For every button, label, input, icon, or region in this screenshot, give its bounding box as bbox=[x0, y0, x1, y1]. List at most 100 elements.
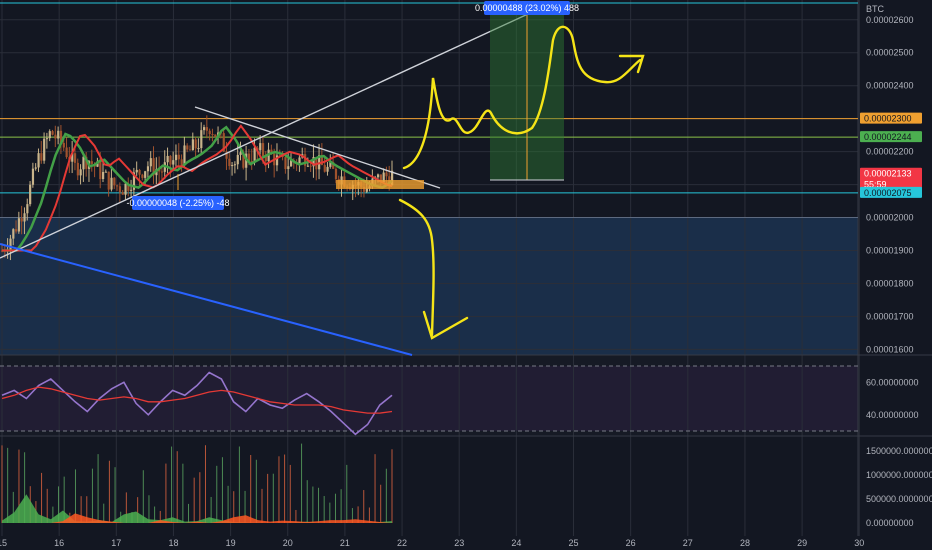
candle-body bbox=[99, 161, 102, 180]
candle-body bbox=[236, 154, 239, 165]
candle-body bbox=[118, 186, 122, 193]
price-tick-label: 0.00002500 bbox=[866, 48, 914, 58]
candle-body bbox=[197, 148, 200, 150]
candle-body bbox=[9, 238, 12, 250]
candle-body bbox=[124, 183, 127, 195]
price-tick-label: 0.00001900 bbox=[866, 246, 914, 256]
candle-body bbox=[29, 184, 32, 205]
candle-body bbox=[261, 143, 265, 157]
candle-body bbox=[191, 139, 194, 151]
time-tick-label: 26 bbox=[626, 538, 636, 548]
candle-body bbox=[188, 149, 192, 151]
time-tick-label: 20 bbox=[283, 538, 293, 548]
candle-body bbox=[130, 189, 133, 191]
candle-body bbox=[113, 177, 116, 186]
measure-down-text: -0.00000048 (-2.25%) -48 bbox=[126, 198, 229, 208]
candle-body bbox=[231, 165, 234, 167]
rsi-tick-label: 40.00000000 bbox=[866, 410, 919, 420]
price-tick-label: 0.00002600 bbox=[866, 15, 914, 25]
support-box bbox=[336, 180, 424, 189]
time-tick-label: 21 bbox=[340, 538, 350, 548]
candle-body bbox=[200, 130, 203, 149]
candle-body bbox=[149, 158, 152, 167]
candle-body bbox=[65, 147, 68, 158]
price-tag-text: 0.00002300 bbox=[864, 114, 912, 124]
candle-body bbox=[160, 171, 164, 173]
candle-body bbox=[57, 130, 60, 139]
volume-tick-label: 1500000.00000000 bbox=[866, 446, 932, 456]
candle-body bbox=[186, 145, 189, 150]
candle-body bbox=[253, 147, 256, 162]
candle-body bbox=[45, 138, 49, 140]
bearish-zone bbox=[0, 217, 858, 356]
candle-body bbox=[12, 229, 15, 239]
candle-body bbox=[172, 160, 175, 165]
volume-tick-label: 0.00000000 bbox=[866, 518, 914, 528]
currency-label: BTC bbox=[866, 4, 885, 14]
time-tick-label: 25 bbox=[568, 538, 578, 548]
chart-canvas: 0.00000488 (23.02%) 488 -0.00000048 (-2.2… bbox=[0, 0, 932, 550]
candle-body bbox=[376, 174, 380, 178]
candle-body bbox=[323, 165, 326, 172]
candle-body bbox=[37, 153, 40, 168]
candle-body bbox=[203, 127, 206, 131]
candle-body bbox=[205, 127, 209, 131]
candle-body bbox=[110, 177, 113, 190]
candle-body bbox=[121, 192, 124, 195]
time-tick-label: 16 bbox=[54, 538, 64, 548]
candle-body bbox=[141, 174, 144, 178]
candle-body bbox=[180, 159, 183, 166]
candle-body bbox=[284, 157, 287, 170]
rsi-band bbox=[0, 366, 858, 431]
time-axis[interactable]: 15 16 17 18 19 20 21 22 23 24 25 26 27 28 29 30 bbox=[0, 536, 932, 550]
measure-up-text: 0.00000488 (23.02%) 488 bbox=[475, 3, 579, 13]
candle-body bbox=[287, 166, 290, 170]
candle-body bbox=[174, 154, 178, 161]
price-tick-label: 0.00001600 bbox=[866, 344, 914, 354]
time-tick-label: 18 bbox=[168, 538, 178, 548]
candle-body bbox=[144, 171, 147, 178]
candle-body bbox=[228, 158, 231, 166]
price-tick-label: 0.00002200 bbox=[866, 147, 914, 157]
rsi-tick-label: 60.00000000 bbox=[866, 377, 919, 387]
volume-tick-label: 500000.00000000 bbox=[866, 494, 932, 504]
candle-body bbox=[51, 131, 54, 135]
price-tick-label: 0.00002400 bbox=[866, 81, 914, 91]
time-tick-label: 15 bbox=[0, 538, 7, 548]
candle-body bbox=[20, 218, 23, 222]
time-tick-label: 29 bbox=[797, 538, 807, 548]
candle-body bbox=[104, 171, 108, 173]
candle-body bbox=[40, 153, 43, 161]
price-tick-label: 0.00001800 bbox=[866, 278, 914, 288]
time-tick-label: 19 bbox=[226, 538, 236, 548]
price-tick-label: 0.00001700 bbox=[866, 311, 914, 321]
candle-body bbox=[15, 229, 18, 232]
candle-body bbox=[23, 213, 26, 222]
candle-body bbox=[107, 171, 110, 190]
time-tick-label: 23 bbox=[454, 538, 464, 548]
time-tick-label: 30 bbox=[854, 538, 864, 548]
candle-body bbox=[17, 218, 21, 232]
time-tick-label: 22 bbox=[397, 538, 407, 548]
price-tag-text: 0.00002133 bbox=[864, 169, 912, 179]
price-tick-label: 0.00002000 bbox=[866, 213, 914, 223]
candle-body bbox=[146, 166, 150, 172]
candle-body bbox=[102, 172, 105, 180]
candle-body bbox=[385, 172, 388, 177]
candle-body bbox=[135, 169, 138, 173]
time-axis-background bbox=[0, 536, 932, 550]
candle-body bbox=[214, 134, 217, 137]
candle-body bbox=[166, 155, 169, 163]
candle-body bbox=[326, 166, 329, 172]
candle-body bbox=[31, 168, 35, 185]
candle-body bbox=[79, 169, 82, 176]
price-tag-text: 0.00002075 bbox=[864, 188, 912, 198]
candle-body bbox=[211, 134, 214, 136]
candle-body bbox=[334, 168, 338, 180]
candle-body bbox=[177, 154, 180, 160]
candle-body bbox=[259, 143, 262, 151]
candle-body bbox=[62, 142, 65, 148]
time-tick-label: 17 bbox=[111, 538, 121, 548]
candle-body bbox=[34, 167, 37, 169]
candle-body bbox=[48, 131, 51, 139]
